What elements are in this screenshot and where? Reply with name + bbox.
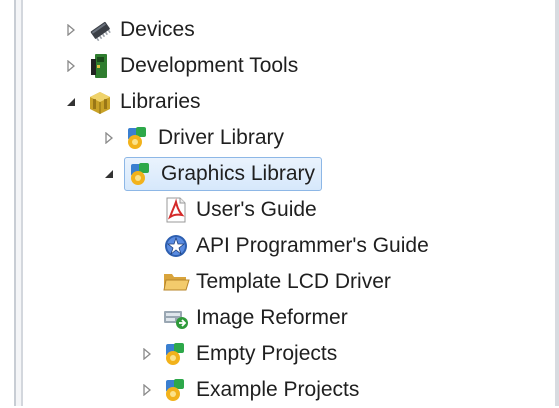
- tree-item-label: Libraries: [120, 90, 201, 113]
- tree-item-driver-library[interactable]: Driver Library: [102, 120, 284, 156]
- chevron-right-icon[interactable]: [64, 23, 78, 37]
- pdf-icon: [162, 196, 190, 224]
- tree-item-libraries[interactable]: Libraries: [64, 84, 201, 120]
- library-icon: [162, 376, 190, 404]
- package-icon: [86, 88, 114, 116]
- pane-right-border: [555, 0, 559, 406]
- tree-item-users-guide[interactable]: User's Guide: [162, 192, 317, 228]
- tree-item-image-reformer[interactable]: Image Reformer: [162, 300, 348, 336]
- tree-item-label: Development Tools: [120, 54, 299, 77]
- chevron-right-icon[interactable]: [140, 347, 154, 361]
- library-icon: [124, 124, 152, 152]
- board-icon: [86, 52, 114, 80]
- chevron-right-icon[interactable]: [102, 131, 116, 145]
- tree-item-label: Driver Library: [158, 126, 285, 149]
- tree-item-label: Graphics Library: [161, 162, 316, 185]
- tree-item-label: Empty Projects: [196, 342, 338, 365]
- chevron-down-icon[interactable]: [102, 167, 116, 181]
- library-icon: [127, 160, 155, 188]
- help-icon: [162, 232, 190, 260]
- tree-item-label: Template LCD Driver: [196, 270, 391, 293]
- tree-item-example-projects[interactable]: Example Projects: [140, 372, 359, 408]
- tree-item-api-programmers-guide[interactable]: API Programmer's Guide: [162, 228, 429, 264]
- tree-item-label: Devices: [120, 18, 195, 41]
- tree-item-label: Image Reformer: [196, 306, 348, 329]
- tool-icon: [162, 304, 190, 332]
- folder-icon: [162, 268, 190, 296]
- library-icon: [162, 340, 190, 368]
- tree-item-graphics-library[interactable]: Graphics Library: [102, 156, 323, 192]
- tree-item-label: User's Guide: [196, 198, 317, 221]
- selection-highlight: Graphics Library: [124, 157, 323, 191]
- tree-item-development-tools[interactable]: Development Tools: [64, 48, 298, 84]
- tree-item-empty-projects[interactable]: Empty Projects: [140, 336, 337, 372]
- chevron-right-icon[interactable]: [64, 59, 78, 73]
- tree-item-devices[interactable]: Devices: [64, 12, 195, 48]
- tree-item-label: API Programmer's Guide: [196, 234, 429, 257]
- chip-icon: [86, 16, 114, 44]
- chevron-down-icon[interactable]: [64, 95, 78, 109]
- tree-item-label: Example Projects: [196, 378, 360, 401]
- project-tree: Devices Development Tools Libraries Driv…: [0, 0, 555, 406]
- tree-item-template-lcd-driver[interactable]: Template LCD Driver: [162, 264, 391, 300]
- chevron-right-icon[interactable]: [140, 383, 154, 397]
